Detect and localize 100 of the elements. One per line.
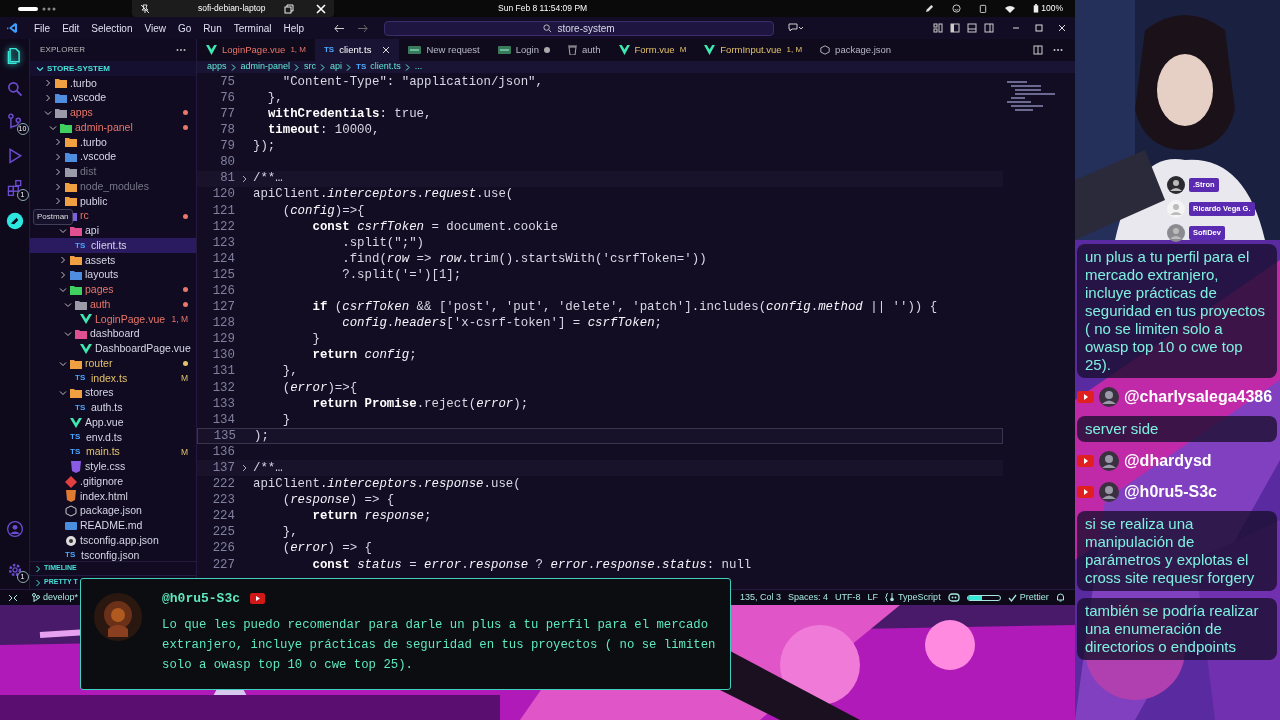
folder-icon: [70, 270, 82, 281]
typescript-file-icon: TS: [323, 44, 335, 56]
more-icon[interactable]: [176, 48, 186, 52]
menu-item[interactable]: Edit: [56, 18, 86, 38]
chat-author: @h0ru5-S3c: [162, 590, 240, 608]
menu-item[interactable]: View: [138, 18, 172, 38]
tree-item[interactable]: DashboardPage.vue: [95, 341, 191, 357]
tree-item[interactable]: apps: [70, 105, 93, 121]
status-item[interactable]: Spaces: 4: [788, 590, 829, 605]
formatter-status[interactable]: Prettier: [1007, 590, 1049, 605]
git-status: M: [679, 44, 687, 56]
line-number: 123: [211, 234, 235, 252]
css-file-icon: [70, 460, 82, 473]
chevron-right-icon[interactable]: [240, 174, 248, 183]
line-number: 127: [211, 299, 235, 317]
close-icon: [316, 3, 326, 14]
tree-item[interactable]: admin-panel: [75, 119, 133, 136]
tree-item[interactable]: tsconfig.app.json: [80, 532, 159, 549]
branch-indicator[interactable]: develop*: [32, 590, 79, 605]
menu-item[interactable]: File: [28, 18, 57, 38]
tree-item[interactable]: .turbo: [80, 134, 107, 151]
split-editor-icon[interactable]: [1033, 45, 1043, 55]
tree-item[interactable]: api: [85, 223, 99, 239]
tree-item[interactable]: tsconfig.json: [81, 547, 140, 561]
breadcrumb-item[interactable]: client.ts: [370, 60, 401, 74]
tab[interactable]: TS client.ts: [314, 39, 400, 61]
breadcrumb-item[interactable]: ...: [414, 60, 423, 74]
menu-item[interactable]: Run: [197, 18, 228, 38]
bell-icon[interactable]: [1055, 593, 1065, 602]
tab[interactable]: package.json: [811, 39, 901, 61]
menu-item[interactable]: Go: [172, 18, 198, 38]
tree-item[interactable]: dist: [80, 164, 97, 180]
tree-item[interactable]: layouts: [85, 267, 119, 283]
breadcrumb-item[interactable]: admin-panel: [240, 60, 291, 74]
sidebar-toggle-icon[interactable]: [950, 23, 960, 33]
tree-item[interactable]: dashboard: [90, 326, 140, 342]
line-number: 129: [211, 331, 235, 349]
tree-item[interactable]: rc: [80, 208, 89, 224]
code-line: "Content-Type": "application/json",: [281, 73, 543, 91]
extensions-icon[interactable]: [5, 179, 24, 197]
tree-item[interactable]: LoginPage.vue: [95, 311, 166, 328]
command-center[interactable]: store-system: [384, 20, 775, 36]
tree-item[interactable]: router: [85, 355, 113, 372]
tree-item[interactable]: .vscode: [70, 90, 107, 106]
tree-item[interactable]: public: [80, 193, 108, 210]
branch-icon[interactable]: [5, 113, 24, 131]
panel-toggle-icon[interactable]: [967, 23, 977, 33]
tab[interactable]: LoginPage.vue 1, M: [197, 39, 315, 61]
tree-item[interactable]: .vscode: [80, 149, 117, 165]
tree-item[interactable]: env.d.ts: [86, 429, 122, 446]
status-item[interactable]: LF: [867, 590, 879, 605]
maximize-icon[interactable]: [1034, 23, 1044, 33]
tree-item[interactable]: auth: [90, 296, 111, 313]
tree-item[interactable]: README.md: [80, 518, 143, 534]
tree-item[interactable]: .gitignore: [80, 473, 124, 490]
selected-row[interactable]: TS client.ts: [30, 238, 196, 253]
tree-item[interactable]: client.ts: [91, 237, 127, 254]
account-icon[interactable]: [5, 520, 24, 538]
tree-item[interactable]: main.ts: [86, 444, 120, 460]
tree-item[interactable]: auth.ts: [91, 400, 123, 416]
tree-item[interactable]: assets: [85, 252, 116, 269]
tab[interactable]: Login: [488, 39, 559, 61]
youtube-icon: [250, 593, 265, 605]
more-icon[interactable]: [1053, 48, 1063, 52]
tree-item[interactable]: index.html: [80, 488, 128, 505]
tab[interactable]: FormInput.vue 1, M: [695, 39, 812, 61]
tree-item[interactable]: node_modules: [80, 178, 149, 195]
tree-item[interactable]: .turbo: [70, 76, 97, 92]
tab[interactable]: Form.vue M: [609, 39, 696, 61]
status-item[interactable]: 135, Col 3: [740, 590, 782, 605]
breadcrumb-item[interactable]: apps: [207, 60, 227, 74]
http-request-icon: [497, 46, 511, 54]
search-icon[interactable]: [5, 80, 24, 98]
copilot-icon[interactable]: [947, 593, 960, 602]
breadcrumb-item[interactable]: src: [304, 60, 317, 74]
close-icon[interactable]: [1057, 23, 1067, 33]
secondary-sidebar-icon[interactable]: [984, 23, 994, 33]
chevron-right-icon[interactable]: [240, 464, 248, 473]
close-icon[interactable]: [382, 46, 391, 54]
breadcrumb-item[interactable]: api: [330, 60, 343, 74]
status-item[interactable]: UTF-8: [835, 590, 861, 605]
tree-item[interactable]: package.json: [80, 503, 142, 519]
tab[interactable]: auth: [559, 39, 610, 61]
menu-item[interactable]: Terminal: [227, 18, 278, 38]
window-switcher[interactable]: sofi-debian-laptop: [132, 0, 334, 17]
tree-item[interactable]: index.ts: [91, 370, 128, 387]
language-mode[interactable]: TypeScript: [885, 590, 941, 605]
line-number: 136: [211, 443, 235, 461]
open-folder-icon: [60, 122, 72, 133]
tree-item[interactable]: App.vue: [85, 414, 124, 431]
tree-item[interactable]: stores: [85, 385, 114, 401]
remote-icon[interactable]: [8, 593, 18, 602]
http-request-icon: [408, 46, 422, 54]
tab[interactable]: New request: [399, 39, 489, 61]
menu-item[interactable]: Selection: [85, 18, 139, 38]
tree-item[interactable]: style.css: [85, 459, 126, 475]
tree-item[interactable]: pages: [85, 282, 114, 298]
layout-icon[interactable]: [933, 23, 943, 33]
menu-item[interactable]: Help: [277, 18, 311, 38]
section-header[interactable]: STORE-SYSTEM: [30, 61, 196, 76]
